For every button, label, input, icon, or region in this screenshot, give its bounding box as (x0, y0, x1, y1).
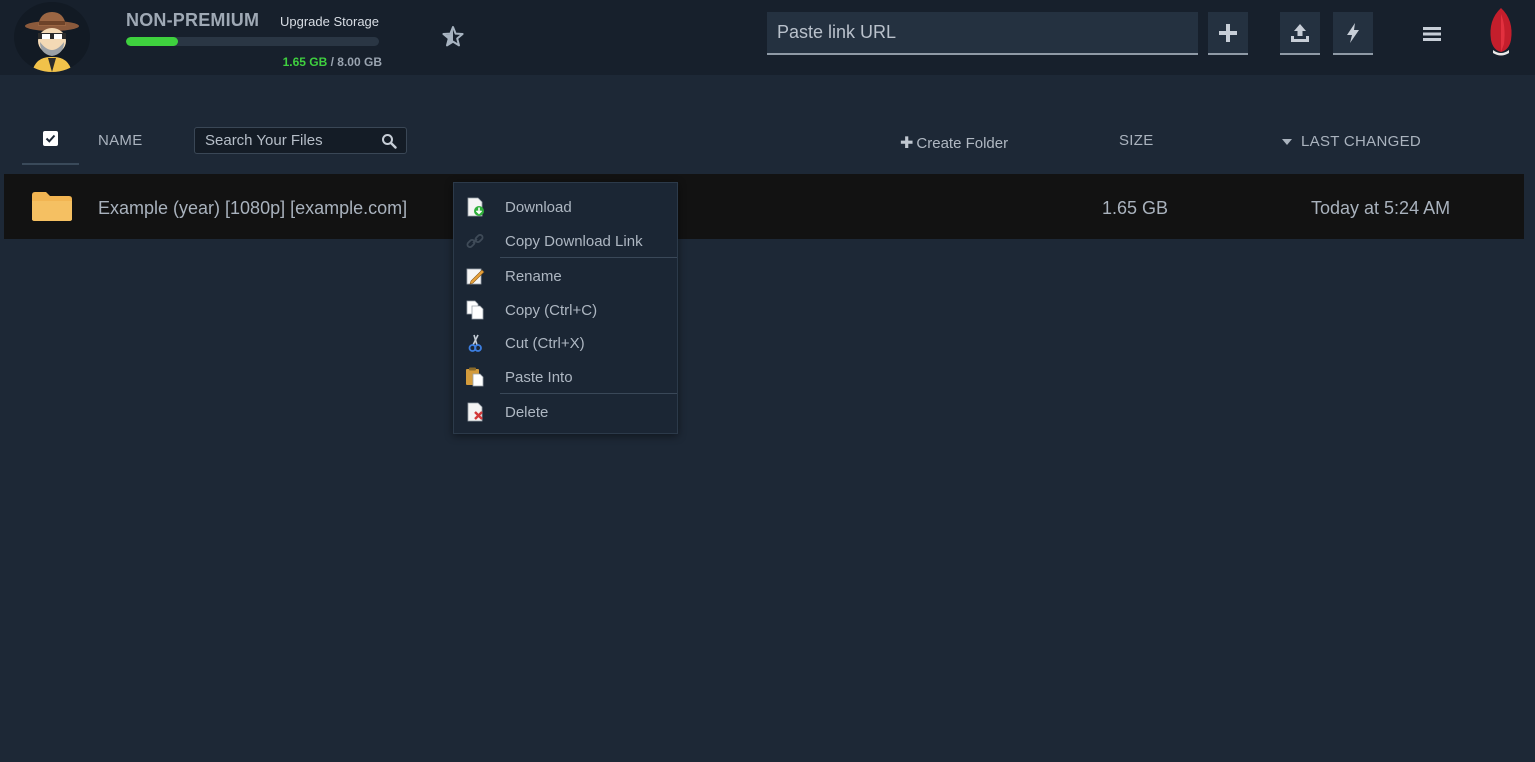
context-menu-paste-into[interactable]: Paste Into (454, 361, 677, 393)
delete-icon (467, 402, 483, 422)
file-size: 1.65 GB (1102, 198, 1169, 218)
add-link-button[interactable] (1208, 12, 1248, 55)
create-folder-label: Create Folder (916, 134, 1009, 152)
storage-progress-bar (126, 37, 379, 46)
incognito-mascot-icon (25, 12, 79, 72)
context-menu-label: Paste Into (505, 369, 573, 386)
last-changed-label: LAST CHANGED (1301, 133, 1422, 150)
context-menu-copy-download-link[interactable]: Copy Download Link (454, 225, 677, 257)
file-name[interactable]: Example (year) [1080p] [example.com] (98, 198, 407, 219)
context-menu-cut[interactable]: Cut (Ctrl+X) (454, 327, 677, 359)
context-menu-delete[interactable]: Delete (454, 396, 677, 428)
scissors-icon (468, 334, 482, 352)
column-header-name[interactable]: NAME (98, 132, 143, 149)
flash-button[interactable] (1333, 12, 1373, 55)
copy-icon (466, 300, 484, 320)
context-menu-rename[interactable]: Rename (454, 260, 677, 292)
link-icon (466, 234, 484, 248)
context-menu-divider (500, 257, 677, 258)
storage-used-value: 1.65 GB (282, 55, 328, 69)
plan-name: NON-PREMIUM (126, 10, 260, 30)
upload-button[interactable] (1280, 12, 1320, 55)
star-icon (442, 26, 464, 47)
select-all-checkbox[interactable] (22, 120, 79, 165)
context-menu-divider (500, 393, 677, 394)
context-menu-label: Rename (505, 268, 562, 285)
upload-icon (1291, 23, 1309, 42)
storage-progress-fill (126, 37, 179, 46)
storage-total-value: 8.00 GB (337, 55, 382, 69)
brand-logo[interactable] (1484, 6, 1518, 58)
sort-descending-icon (1282, 138, 1292, 145)
storage-separator: / (327, 55, 338, 69)
download-icon (467, 197, 484, 217)
checkbox-box (43, 131, 58, 146)
column-header-size[interactable]: SIZE (1119, 132, 1154, 149)
file-last-changed: Today at 5:24 AM (1311, 198, 1451, 218)
context-menu: Download Copy Download Link Rename Copy … (453, 182, 678, 434)
context-menu-copy[interactable]: Copy (Ctrl+C) (454, 294, 677, 326)
file-row[interactable]: Example (year) [1080p] [example.com] 1.6… (4, 174, 1524, 239)
folder-icon (32, 192, 72, 221)
context-menu-label: Download (505, 199, 572, 216)
red-feather-logo-icon (1490, 8, 1512, 56)
main-menu-button[interactable] (1418, 20, 1446, 48)
storage-usage-text: 1.65 GB / 8.00 GB (200, 55, 382, 69)
search-files-input[interactable] (195, 128, 375, 153)
file-search-box (194, 127, 407, 154)
context-menu-label: Delete (505, 404, 549, 421)
column-header-last-changed[interactable]: LAST CHANGED (1282, 133, 1421, 150)
context-menu-label: Cut (Ctrl+X) (505, 335, 585, 352)
paste-icon (466, 367, 484, 387)
plus-icon: ✚ (900, 135, 914, 152)
hamburger-icon (1423, 27, 1441, 41)
context-menu-label: Copy (Ctrl+C) (505, 302, 598, 319)
plus-icon (1219, 23, 1237, 42)
checkmark-icon (45, 134, 56, 143)
user-avatar[interactable] (14, 2, 90, 72)
favorite-star-button[interactable] (440, 24, 466, 50)
lightning-icon (1347, 22, 1359, 43)
paste-link-url-input[interactable] (767, 12, 1198, 55)
upgrade-storage-link[interactable]: Upgrade Storage (280, 14, 379, 29)
create-folder-button[interactable]: ✚ Create Folder (900, 133, 1008, 153)
context-menu-download[interactable]: Download (454, 191, 677, 223)
top-bar: NON-PREMIUM Upgrade Storage 1.65 GB / 8.… (0, 0, 1535, 75)
rename-icon (466, 268, 485, 285)
search-icon[interactable] (381, 133, 397, 149)
context-menu-label: Copy Download Link (505, 233, 643, 250)
